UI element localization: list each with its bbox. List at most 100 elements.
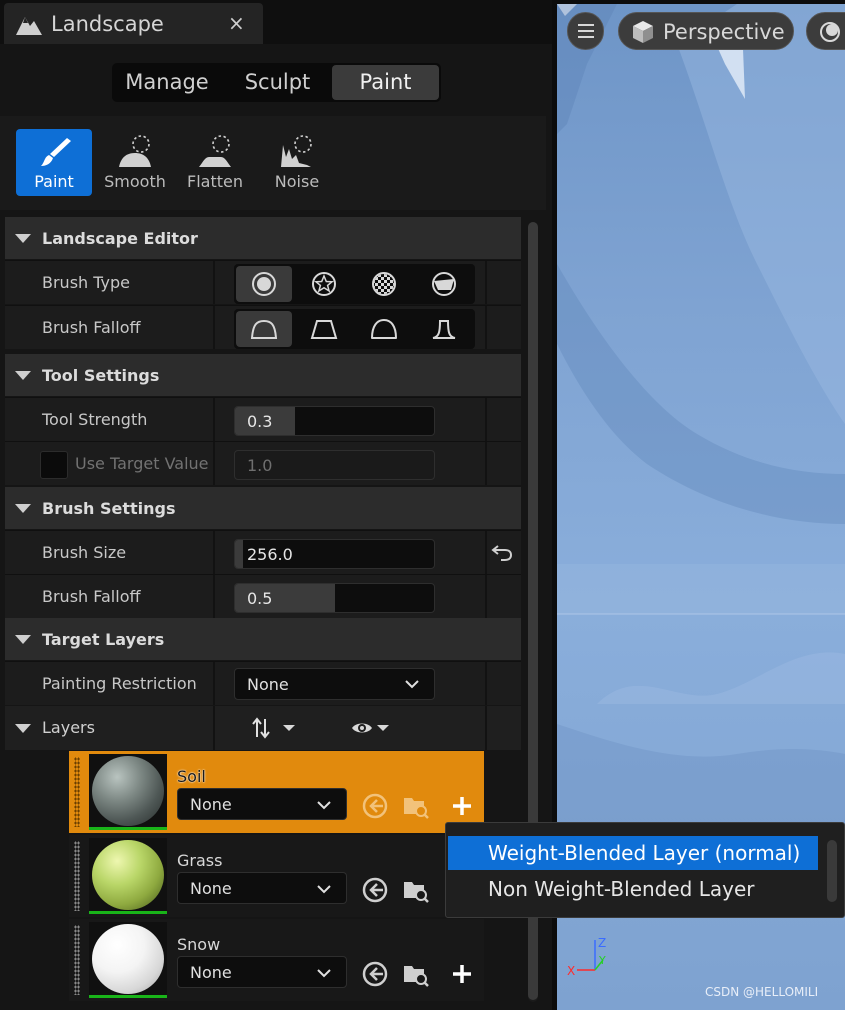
drag-handle-icon[interactable] — [74, 925, 80, 995]
tool-paint-label: Paint — [34, 172, 74, 191]
section-title: Target Layers — [42, 630, 165, 649]
collapse-arrow-icon — [15, 234, 31, 243]
brush-type-alpha-button[interactable] — [296, 266, 352, 302]
column-divider — [213, 531, 215, 574]
layer-item-snow[interactable]: Snow None — [69, 919, 484, 1001]
row-brush-falloff-type: Brush Falloff — [5, 305, 521, 349]
brush-type-pattern-button[interactable] — [356, 266, 412, 302]
layers-header[interactable]: Layers — [5, 706, 521, 750]
tab-close-icon[interactable]: × — [228, 11, 245, 35]
layers-title: Layers — [42, 718, 95, 737]
svg-text:Y: Y — [598, 954, 606, 967]
sort-icon[interactable] — [252, 716, 298, 740]
use-target-value-label: Use Target Value — [75, 454, 209, 473]
column-divider — [213, 261, 215, 304]
popup-scrollbar[interactable] — [827, 840, 837, 902]
falloff-spherical-button[interactable] — [356, 311, 412, 347]
use-selected-asset-icon[interactable] — [361, 960, 389, 988]
add-layer-info-icon[interactable] — [448, 960, 476, 988]
layer-usage-bar — [89, 911, 167, 914]
layer-item-grass[interactable]: Grass None — [69, 835, 484, 917]
mode-sculpt-button[interactable]: Sculpt — [224, 65, 331, 100]
chevron-down-icon — [317, 885, 331, 894]
browse-asset-icon[interactable] — [402, 876, 430, 904]
drag-handle-icon[interactable] — [74, 841, 80, 911]
perspective-view-button[interactable]: Perspective — [618, 12, 794, 50]
layer-name: Soil — [177, 767, 206, 786]
row-brush-size: Brush Size 256.0 — [5, 530, 521, 574]
section-target-layers[interactable]: Target Layers — [5, 618, 521, 660]
layer-info-dropdown[interactable]: None — [177, 956, 347, 988]
mode-paint-button[interactable]: Paint — [332, 65, 439, 100]
use-target-value-checkbox[interactable] — [40, 451, 68, 479]
lit-mode-icon — [820, 22, 840, 42]
layer-info-dropdown[interactable]: None — [177, 872, 347, 904]
tool-smooth-label: Smooth — [104, 172, 166, 191]
row-painting-restriction: Painting Restriction None — [5, 661, 521, 705]
snow-material-sphere — [92, 924, 164, 994]
chevron-down-icon — [317, 801, 331, 810]
editor-root: Landscape × Manage Sculpt Paint Paint Sm… — [0, 0, 845, 1010]
layer-info-value: None — [190, 879, 232, 898]
brush-type-label: Brush Type — [42, 273, 131, 292]
menu-item-non-weight-blended-layer[interactable]: Non Weight-Blended Layer — [448, 872, 818, 906]
landscape-mode-icon — [16, 17, 42, 35]
tab-landscape[interactable]: Landscape × — [4, 3, 263, 44]
viewport-menu-button[interactable] — [567, 12, 604, 50]
layer-thumbnail — [89, 838, 167, 914]
view-mode-button[interactable] — [806, 12, 845, 50]
tool-flatten-label: Flatten — [187, 172, 243, 191]
add-layer-info-icon[interactable] — [448, 792, 476, 820]
brush-falloff-value: 0.5 — [247, 589, 273, 608]
target-value-field[interactable]: 1.0 — [234, 450, 435, 480]
noise-icon — [281, 135, 312, 167]
layer-type-popup-menu: Weight-Blended Layer (normal) Non Weight… — [445, 822, 845, 918]
drag-handle-icon[interactable] — [74, 757, 80, 827]
smooth-icon — [119, 135, 151, 167]
smooth-falloff-icon — [250, 319, 278, 339]
brush-falloff-type-label: Brush Falloff — [42, 318, 141, 337]
layer-item-soil[interactable]: Soil None — [69, 751, 484, 833]
column-divider — [485, 261, 487, 304]
collapse-arrow-icon — [15, 504, 31, 513]
layer-thumbnail — [89, 922, 167, 998]
tool-flatten-button[interactable]: Flatten — [177, 129, 253, 196]
use-selected-asset-icon[interactable] — [361, 876, 389, 904]
column-divider — [485, 306, 487, 349]
spherical-falloff-icon — [371, 319, 397, 339]
tool-smooth-button[interactable]: Smooth — [97, 129, 173, 196]
section-landscape-editor[interactable]: Landscape Editor — [5, 217, 521, 259]
visibility-eye-icon[interactable] — [350, 718, 396, 738]
brush-type-component-button[interactable] — [416, 266, 472, 302]
layer-name: Snow — [177, 935, 221, 954]
column-divider — [213, 662, 215, 705]
painting-restriction-value: None — [247, 675, 289, 694]
section-tool-settings[interactable]: Tool Settings — [5, 354, 521, 396]
falloff-tip-button[interactable] — [416, 311, 472, 347]
menu-item-weight-blended-layer[interactable]: Weight-Blended Layer (normal) — [448, 836, 818, 870]
section-brush-settings[interactable]: Brush Settings — [5, 487, 521, 529]
brush-type-circle-button[interactable] — [236, 266, 292, 302]
brush-falloff-field[interactable]: 0.5 — [234, 583, 435, 613]
tool-noise-label: Noise — [274, 172, 320, 191]
tool-paint-button[interactable]: Paint — [16, 129, 92, 196]
mode-manage-button[interactable]: Manage — [114, 65, 220, 100]
use-selected-asset-icon[interactable] — [361, 792, 389, 820]
falloff-smooth-button[interactable] — [236, 311, 292, 347]
star-brush-icon — [312, 272, 336, 296]
browse-asset-icon[interactable] — [402, 792, 430, 820]
tool-noise-button[interactable]: Noise — [259, 129, 335, 196]
painting-restriction-dropdown[interactable]: None — [234, 668, 435, 700]
layer-info-dropdown[interactable]: None — [177, 788, 347, 820]
details-panel: Landscape Editor Brush Type Brush Fallof… — [5, 214, 521, 1010]
column-divider — [213, 706, 215, 750]
grass-material-sphere — [92, 840, 164, 910]
brush-size-field[interactable]: 256.0 — [234, 539, 435, 569]
tool-strength-field[interactable]: 0.3 — [234, 406, 435, 436]
reset-to-default-icon[interactable] — [491, 542, 513, 562]
perspective-cube-icon — [633, 21, 653, 43]
mode-selector: Manage Sculpt Paint — [112, 63, 441, 102]
brush-type-selector — [234, 264, 475, 304]
browse-asset-icon[interactable] — [402, 960, 430, 988]
falloff-linear-button[interactable] — [296, 311, 352, 347]
